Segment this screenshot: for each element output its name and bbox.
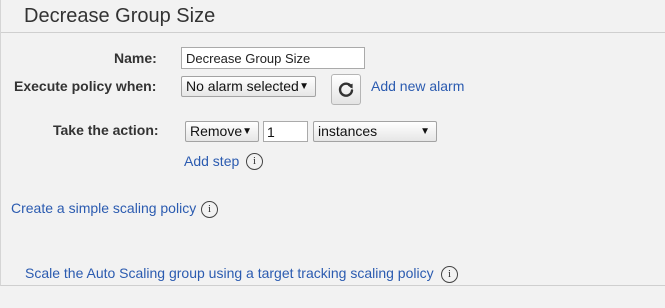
name-label: Name:: [114, 50, 157, 66]
info-icon[interactable]: i: [201, 201, 218, 218]
add-step-link[interactable]: Add step: [184, 153, 239, 169]
info-icon[interactable]: i: [246, 153, 263, 170]
refresh-alarms-button[interactable]: [331, 74, 361, 105]
unit-select[interactable]: instances ▼: [313, 121, 437, 142]
refresh-icon: [338, 82, 354, 97]
unit-select-value: instances: [318, 123, 378, 139]
add-new-alarm-link[interactable]: Add new alarm: [371, 78, 464, 94]
caret-down-icon: ▼: [242, 126, 252, 137]
alarm-select-value: No alarm selected: [186, 78, 299, 94]
caret-down-icon: ▼: [420, 126, 430, 137]
take-action-label: Take the action:: [53, 122, 159, 138]
action-select[interactable]: Remove ▼: [185, 121, 259, 142]
panel-title: Decrease Group Size: [24, 5, 216, 27]
alarm-select[interactable]: No alarm selected ▼: [181, 76, 316, 97]
policy-name-input[interactable]: [181, 47, 365, 69]
action-select-value: Remove: [190, 123, 243, 139]
execute-policy-label: Execute policy when:: [14, 78, 157, 94]
decrease-group-size-panel: Decrease Group Size Name: Execute policy…: [0, 0, 665, 286]
title-divider: [1, 32, 665, 33]
action-amount-input[interactable]: [263, 121, 308, 142]
create-simple-scaling-policy-link[interactable]: Create a simple scaling policy: [11, 200, 196, 216]
caret-down-icon: ▼: [299, 81, 309, 92]
info-icon[interactable]: i: [441, 266, 458, 283]
target-tracking-policy-link[interactable]: Scale the Auto Scaling group using a tar…: [25, 265, 434, 281]
